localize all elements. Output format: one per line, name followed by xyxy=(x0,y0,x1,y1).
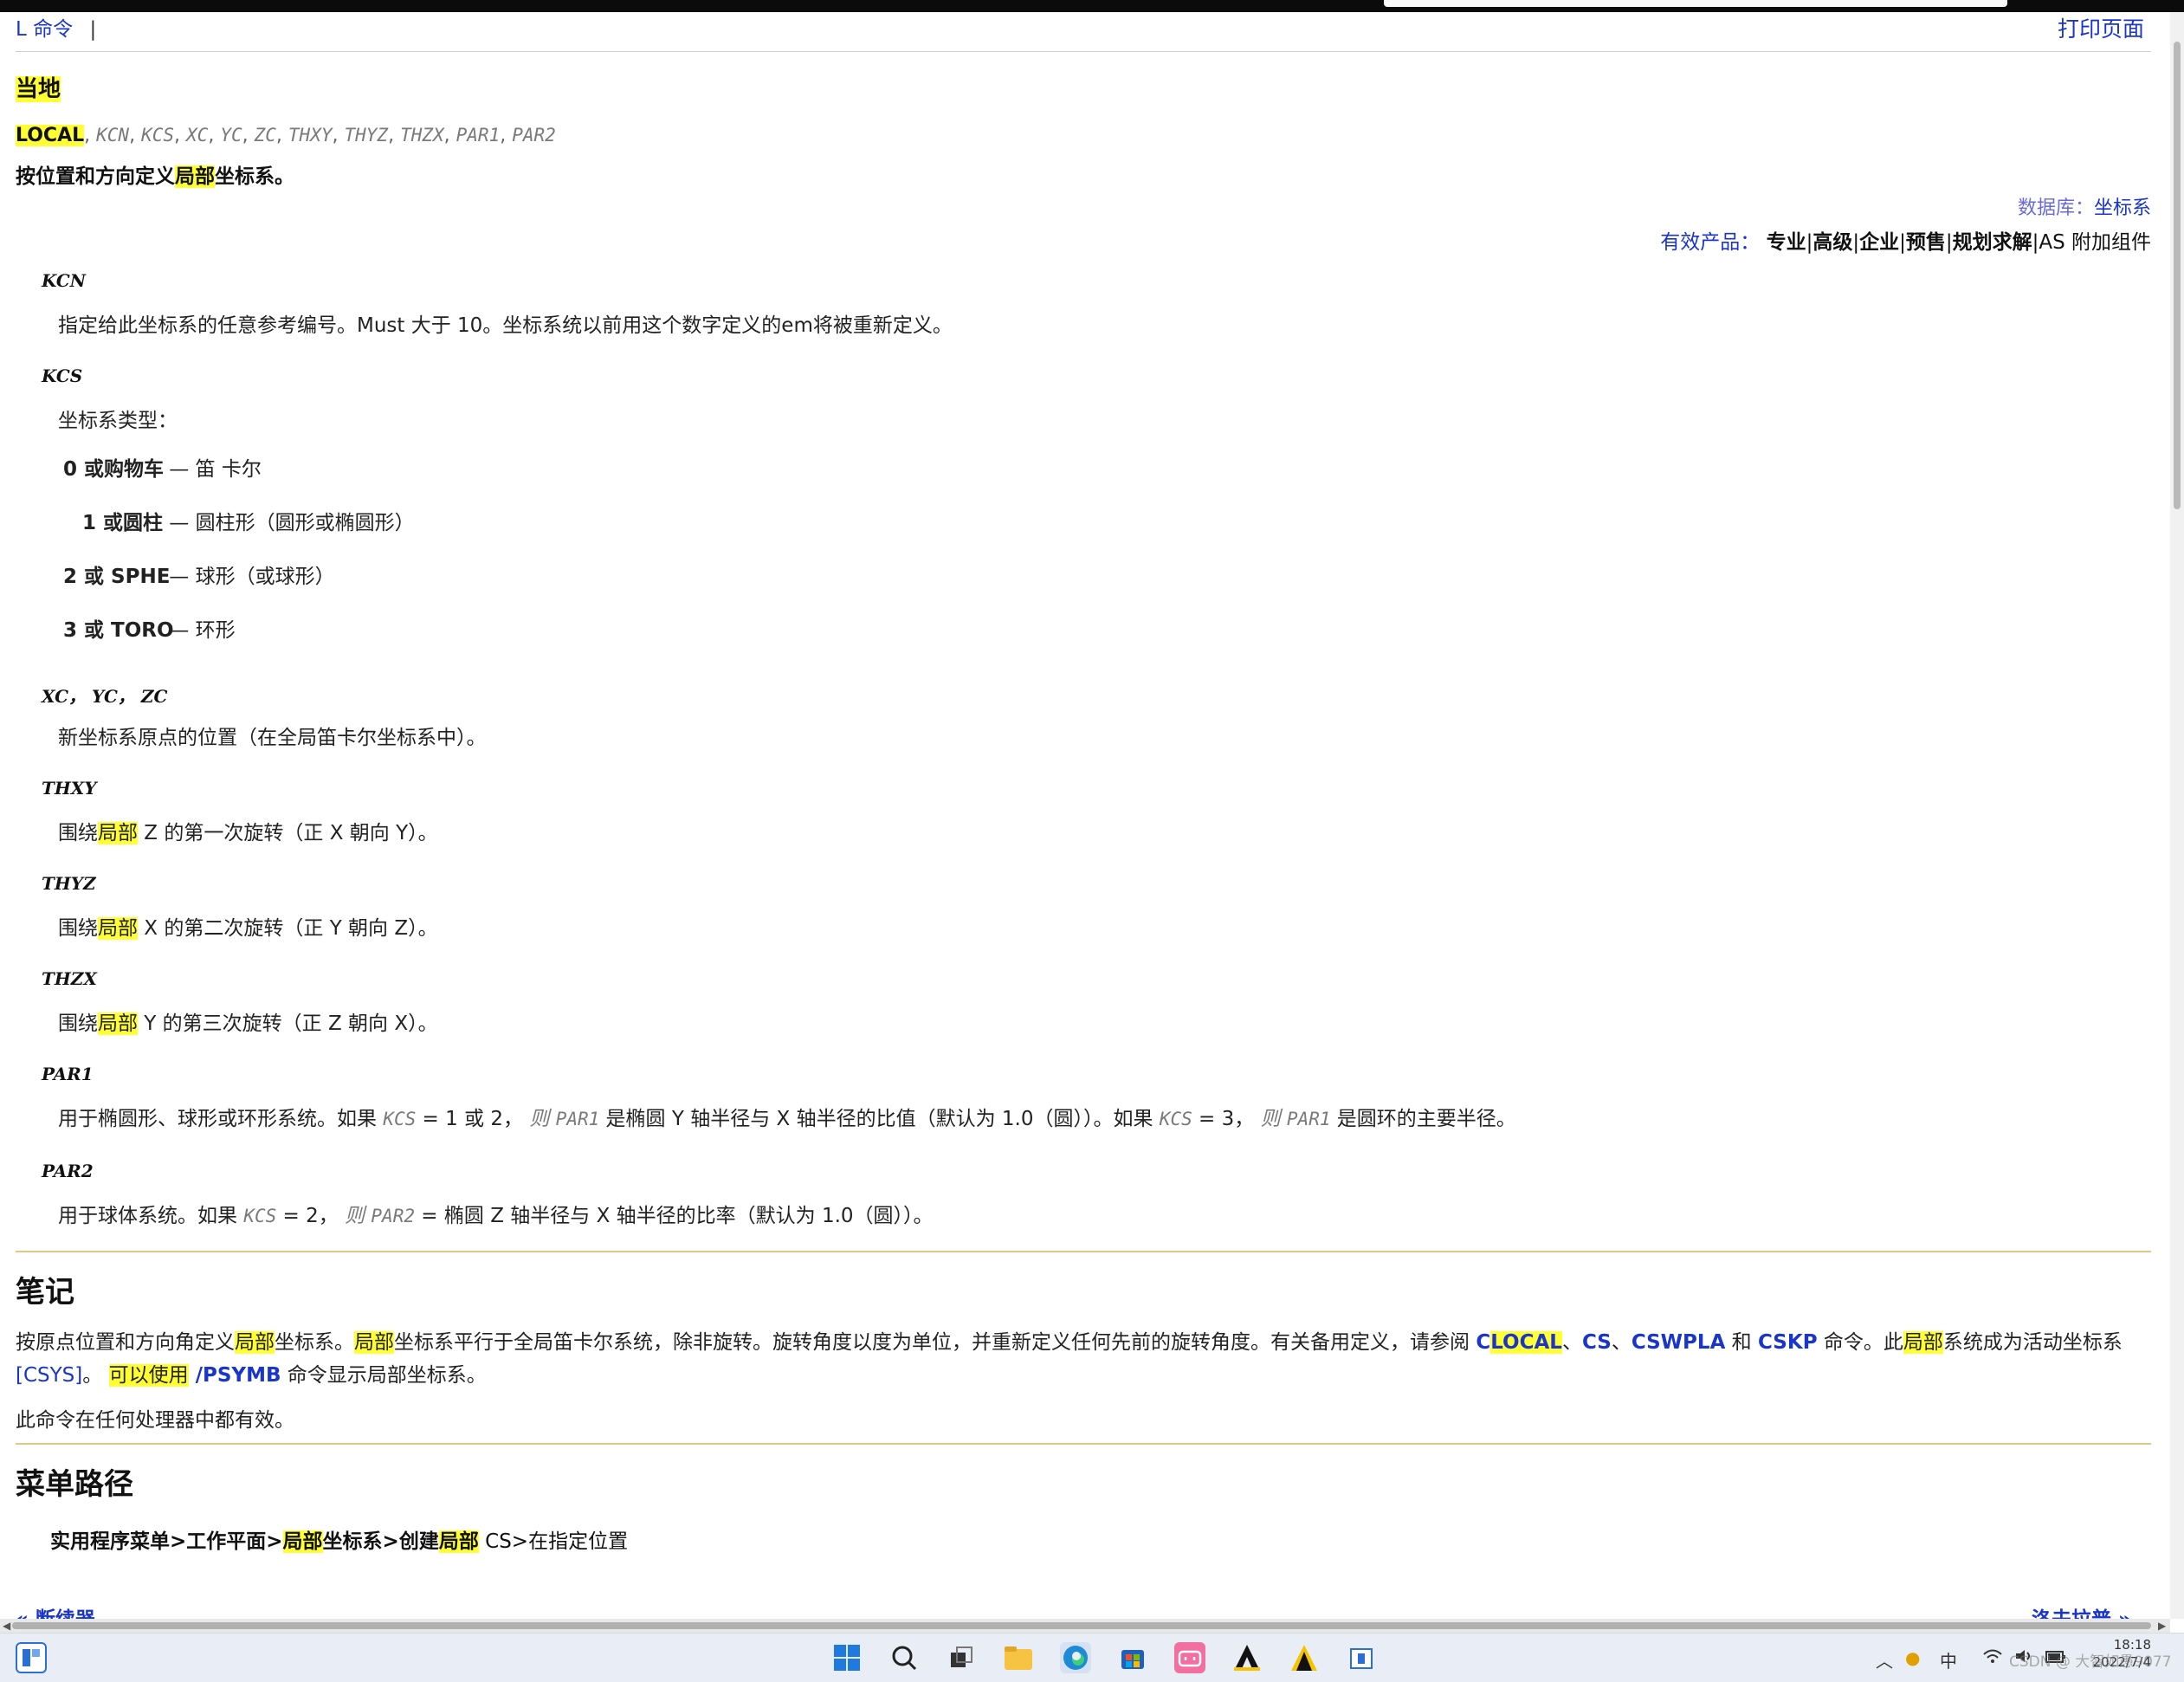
param-desc-thyz: 围绕局部 X 的第二次旋转（正 Y 朝向 Z）。 xyxy=(58,917,438,940)
product-item: 高级 xyxy=(1812,231,1853,254)
search-icon[interactable] xyxy=(888,1642,920,1673)
kcs-option: 0 或购物车 — 笛 卡尔 xyxy=(63,458,262,481)
param-name-par2: PAR2 xyxy=(42,1161,94,1181)
command-name: LOCAL xyxy=(16,125,85,146)
file-explorer-icon[interactable] xyxy=(1003,1642,1034,1673)
scroll-left-arrow-icon[interactable]: ◀ xyxy=(3,1620,10,1632)
ime-indicator[interactable]: 中 xyxy=(1940,1647,1957,1672)
widgets-icon[interactable] xyxy=(16,1642,47,1673)
param-name-par1: PAR1 xyxy=(42,1064,94,1084)
param-name-thxy: THXY xyxy=(42,778,97,799)
vertical-scrollbar[interactable] xyxy=(2170,12,2184,1619)
header-divider xyxy=(16,51,2151,52)
syntax-arg: XC xyxy=(186,125,209,146)
param-name-kcn: KCN xyxy=(42,270,87,291)
command-syntax: LOCAL, KCN, KCS, XC, YC, ZC, THXY, THYZ,… xyxy=(16,125,556,146)
product-item: 企业 xyxy=(1859,231,1900,254)
param-name-kcs: KCS xyxy=(42,366,83,386)
next-command-link[interactable]: 洛夫拉普 » xyxy=(2032,1602,2131,1619)
param-name-thyz: THYZ xyxy=(42,873,96,894)
cswpla-link[interactable]: CSWPLA xyxy=(1632,1331,1726,1354)
section-divider xyxy=(16,1251,2151,1252)
database-info: 数据库：坐标系 xyxy=(2018,192,2151,220)
param-desc-xyz: 新坐标系原点的位置（在全局笛卡尔坐标系中）。 xyxy=(58,727,487,749)
param-desc-par2: 用于球体系统。如果 KCS = 2， 则 PAR2 = 椭圆 Z 轴半径与 X … xyxy=(58,1205,934,1227)
horizontal-scrollbar[interactable]: ◀ ▶ xyxy=(0,1619,2170,1633)
browser-top-bar xyxy=(0,0,2184,12)
print-page-link[interactable]: 打印页面 xyxy=(2058,12,2144,43)
command-description: 按位置和方向定义局部坐标系。 xyxy=(16,165,294,188)
horizontal-scroll-thumb[interactable] xyxy=(12,1622,2151,1629)
notes-processor: 此命令在任何处理器中都有效。 xyxy=(16,1409,294,1432)
ansys-workbench-icon[interactable] xyxy=(1289,1642,1320,1673)
syntax-arg: YC xyxy=(220,125,242,146)
help-page: L 命令 | 打印页面 当地 LOCAL, KCN, KCS, XC, YC, … xyxy=(0,12,2170,1619)
clocal-link[interactable]: CLOCAL xyxy=(1476,1331,1562,1354)
product-item: 预售 xyxy=(1905,231,1946,254)
valid-products: 有效产品： 专业|高级|企业|预售|规划求解|AS 附加组件 xyxy=(1660,231,2151,254)
database-link[interactable]: 坐标系 xyxy=(2094,197,2151,219)
param-name-xyz: XC， YC， ZC xyxy=(42,686,168,707)
tray-chevron-up-icon[interactable]: ︿ xyxy=(1876,1647,1893,1672)
section-divider xyxy=(16,1443,2151,1445)
param-desc-thxy: 围绕局部 Z 的第一次旋转（正 X 朝向 Y）。 xyxy=(58,822,438,844)
windows-taskbar: ︿ ● 中 18:18 2022/7/4 CSDN @ 大智如愚9077 xyxy=(0,1633,2184,1682)
scroll-right-arrow-icon[interactable]: ▶ xyxy=(2158,1620,2166,1632)
microsoft-store-icon[interactable] xyxy=(1117,1642,1148,1673)
param-name-thzx: THZX xyxy=(42,968,97,989)
cskp-link[interactable]: CSKP xyxy=(1758,1331,1818,1354)
syntax-arg: THXY xyxy=(288,125,333,146)
notes-paragraph-line1: 按原点位置和方向角定义局部坐标系。局部坐标系平行于全局笛卡尔系统，除非旋转。旋转… xyxy=(16,1331,2123,1354)
edge-browser-icon[interactable] xyxy=(1060,1642,1091,1673)
notes-heading: 笔记 xyxy=(16,1275,74,1310)
psymb-link[interactable]: /PSYMB xyxy=(189,1364,281,1387)
product-item: 专业 xyxy=(1766,231,1806,254)
menu-path: 实用程序菜单>工作平面>局部坐标系>创建局部 CS>在指定位置 xyxy=(50,1530,629,1553)
cs-link[interactable]: CS xyxy=(1582,1331,1612,1354)
kcs-option: 2 或 SPHE — 球形（或球形） xyxy=(63,566,335,588)
task-view-icon[interactable] xyxy=(946,1642,977,1673)
syntax-arg: KCN xyxy=(96,125,130,146)
param-desc-thzx: 围绕局部 Y 的第三次旋转（正 Z 朝向 X）。 xyxy=(58,1012,438,1035)
param-desc-kcs: 坐标系类型： xyxy=(58,410,178,432)
prev-command-link[interactable]: « 断续器 xyxy=(16,1602,95,1619)
page-title: 当地 xyxy=(16,76,61,102)
ansys-app-icon[interactable] xyxy=(1231,1642,1263,1673)
breadcrumb-l-commands-link[interactable]: L 命令 xyxy=(16,18,73,41)
menu-path-heading: 菜单路径 xyxy=(16,1467,133,1502)
breadcrumb-separator: | xyxy=(89,18,97,41)
bilibili-icon[interactable] xyxy=(1174,1642,1205,1673)
syntax-arg: PAR2 xyxy=(512,125,556,146)
syntax-arg: PAR1 xyxy=(456,125,501,146)
database-label: 数据库： xyxy=(2017,197,2094,219)
syntax-arg: THZX xyxy=(400,125,444,146)
start-windows-icon[interactable] xyxy=(831,1642,863,1673)
product-item: 规划求解 xyxy=(1952,231,2032,254)
products-label: 有效产品： xyxy=(1660,231,1761,254)
syntax-arg: KCS xyxy=(141,125,175,146)
syntax-arg: THYZ xyxy=(344,125,389,146)
tray-app-icon[interactable]: ● xyxy=(1905,1647,1920,1668)
csys-link[interactable]: [CSYS] xyxy=(16,1364,82,1387)
product-addon: AS 附加组件 xyxy=(2039,231,2151,254)
csdn-watermark: CSDN @ 大智如愚9077 xyxy=(2009,1653,2172,1671)
notes-paragraph-line2: [CSYS]。 可以使用 /PSYMB 命令显示局部坐标系。 xyxy=(16,1364,487,1387)
wifi-icon[interactable] xyxy=(1983,1647,2002,1668)
param-desc-kcn: 指定给此坐标系的任意参考编号。Must 大于 10。坐标系统以前用这个数字定义的… xyxy=(58,314,953,337)
kcs-option: 3 或 TORO — 环形 xyxy=(63,619,236,642)
param-desc-par1: 用于椭圆形、球形或环形系统。如果 KCS = 1 或 2， 则 PAR1 是椭圆… xyxy=(58,1108,1516,1130)
vertical-scroll-thumb[interactable] xyxy=(2174,42,2181,509)
breadcrumb: L 命令 | xyxy=(16,12,96,42)
app-window-icon[interactable] xyxy=(1346,1642,1377,1673)
kcs-option: 1 或圆柱 — 圆柱形（圆形或椭圆形） xyxy=(81,512,415,534)
syntax-arg: ZC xyxy=(254,125,276,146)
address-bar[interactable] xyxy=(1384,0,2007,7)
